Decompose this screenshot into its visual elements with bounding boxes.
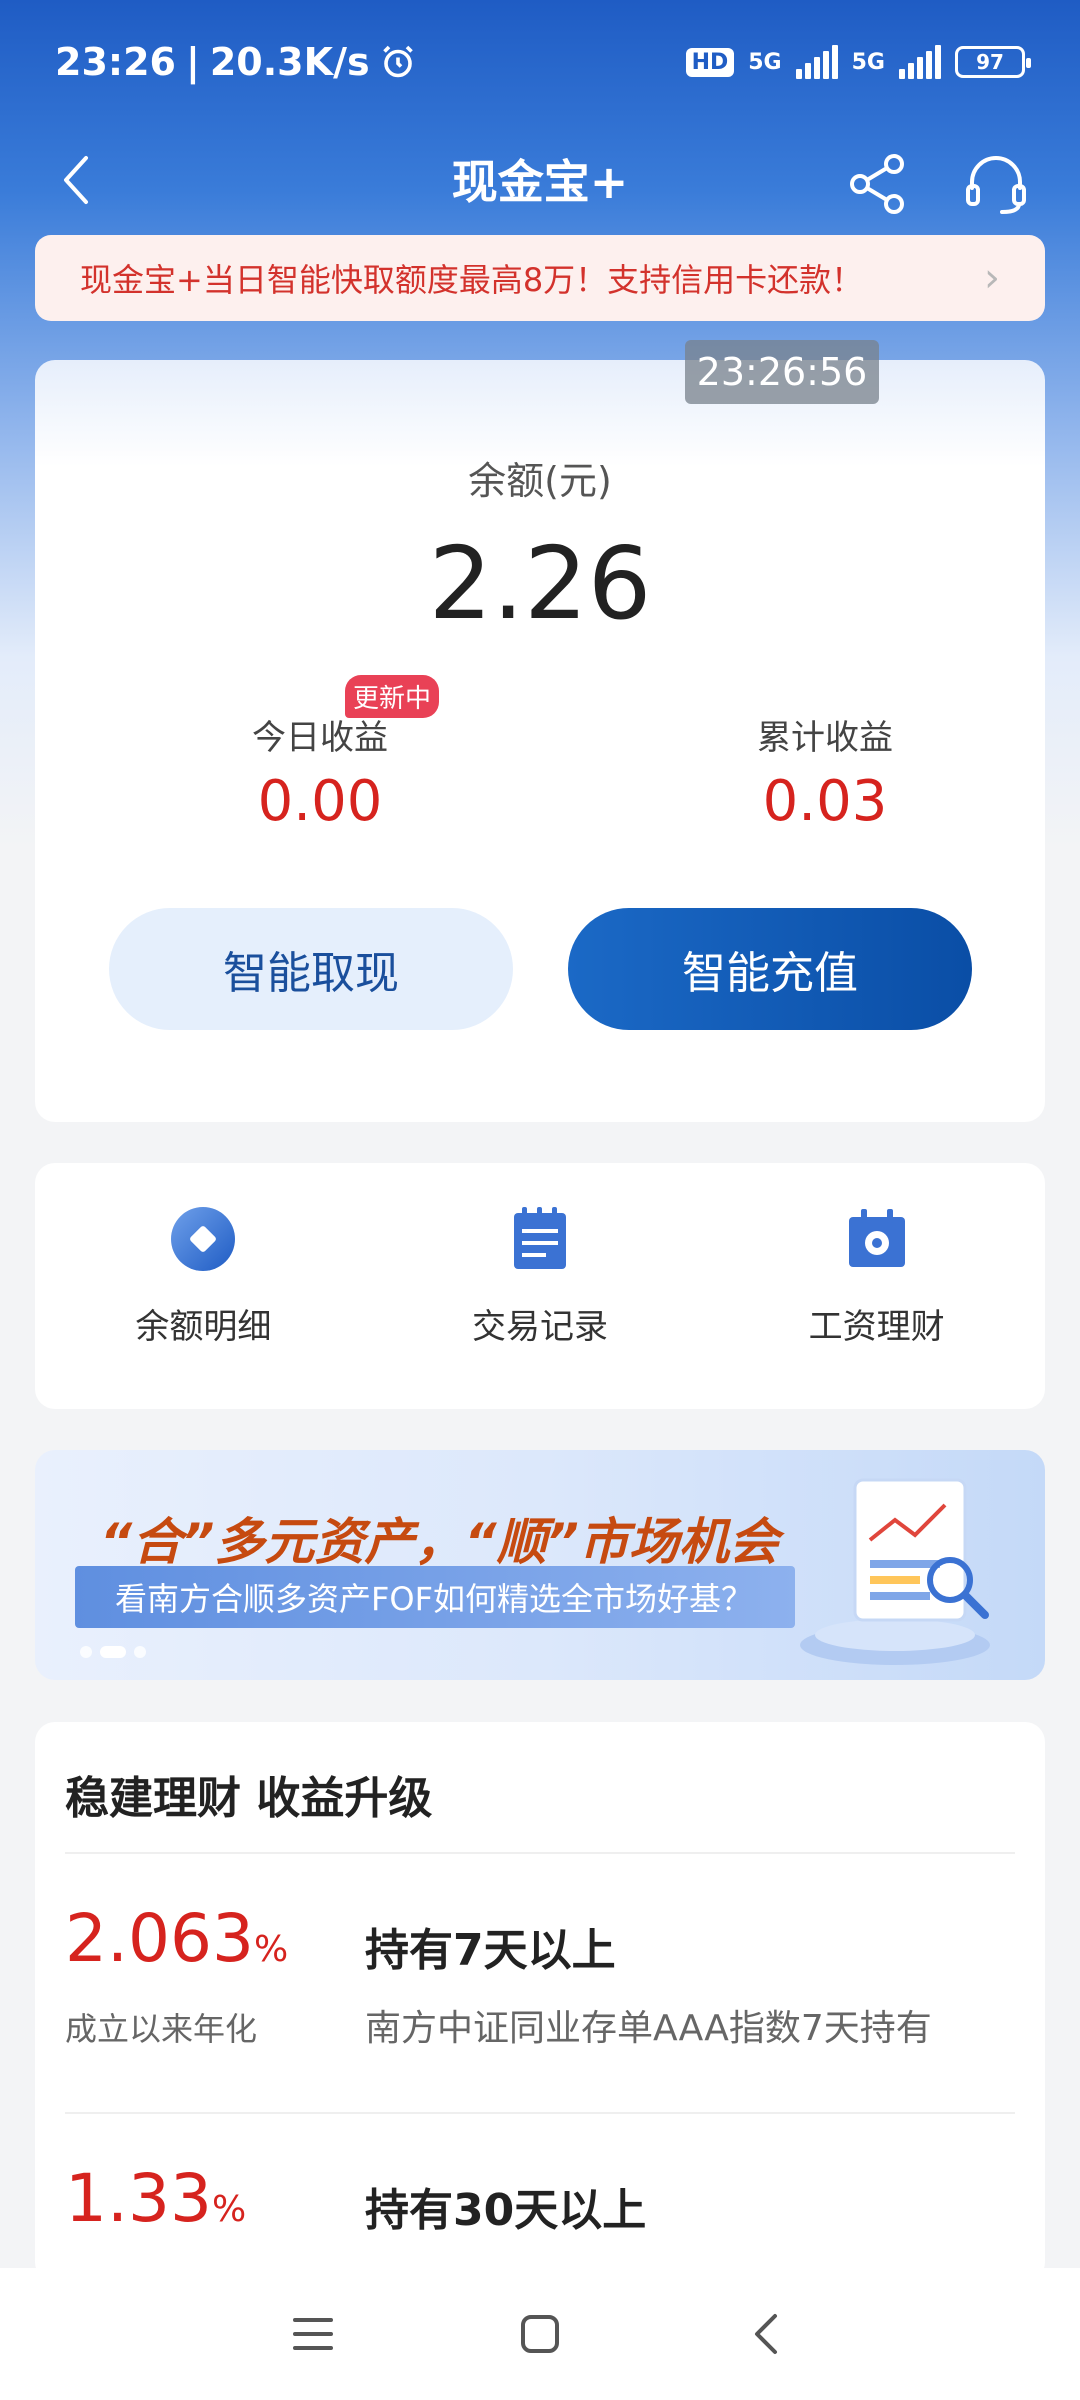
document-list-icon [514, 1207, 566, 1269]
carousel-dot [134, 1646, 146, 1658]
home-icon[interactable] [510, 2304, 570, 2364]
shortcut-label: 交易记录 [472, 1307, 608, 1347]
carousel-dot-active [100, 1646, 126, 1658]
total-income-label: 累计收益 [757, 718, 893, 758]
battery-icon: 97 [955, 46, 1031, 78]
total-income-value: 0.03 [762, 769, 888, 834]
hd-badge: HD [685, 47, 735, 77]
carousel-dot [80, 1646, 92, 1658]
menu-icon[interactable] [283, 2304, 343, 2364]
product-name: 持有7天以上 [365, 1925, 616, 1976]
status-bar: 23:26 | 20.3K/s HD 5G 5G 97 [0, 0, 1080, 124]
signal-icon [795, 45, 838, 79]
battery-level: 97 [976, 50, 1004, 74]
today-income[interactable]: 今日收益 0.00 [170, 710, 470, 834]
total-income[interactable]: 累计收益 0.03 [675, 710, 975, 834]
product-rate: 2.063% [65, 1900, 288, 1977]
notice-text: 现金宝+当日智能快取额度最高8万！支持信用卡还款！ [80, 261, 864, 299]
time-badge: 23:26:56 [685, 340, 879, 404]
products-panel: 稳建理财 收益升级 2.063% 成立以来年化 持有7天以上 南方中证同业存单A… [35, 1722, 1045, 2282]
back-icon[interactable] [48, 150, 108, 210]
network-label-2: 5G [851, 49, 885, 75]
product-row[interactable]: 2.063% 成立以来年化 持有7天以上 南方中证同业存单AAA指数7天持有 [65, 1852, 1015, 2112]
page-title: 现金宝+ [451, 155, 629, 209]
product-row[interactable]: 1.33% 持有30天以上 [65, 2112, 1015, 2282]
carousel-indicator [80, 1646, 146, 1658]
shortcut-salary-finance[interactable]: 工资理财 [708, 1163, 1045, 1409]
status-right: HD 5G 5G 97 [685, 45, 1031, 79]
shortcut-label: 工资理财 [808, 1307, 945, 1347]
network-label-1: 5G [748, 49, 782, 75]
diamond-circle-icon [171, 1207, 236, 1271]
promo-banner[interactable]: “合”多元资产，“顺”市场机会 看南方合顺多资产FOF如何精选全市场好基？ [35, 1450, 1045, 1680]
nav-bar: 现金宝+ [0, 124, 1080, 234]
signal-icon-2 [899, 45, 941, 79]
shortcut-balance-detail[interactable]: 余额明细 [35, 1163, 372, 1409]
balance-value: 2.26 [428, 525, 652, 642]
status-divider: | [185, 40, 200, 84]
alarm-icon [382, 45, 413, 78]
product-name: 持有30天以上 [365, 2185, 647, 2236]
product-desc: 南方中证同业存单AAA指数7天持有 [365, 2008, 932, 2049]
banner-title: “合”多元资产，“顺”市场机会 [100, 1513, 779, 1571]
product-rate-value: 2.063 [65, 1900, 254, 1977]
product-rate-label: 成立以来年化 [65, 2010, 258, 2048]
headset-icon[interactable] [962, 150, 1030, 218]
updating-badge: 更新中 [345, 675, 440, 718]
product-rate-unit: % [211, 2189, 247, 2230]
balance-label: 余额(元) [468, 459, 612, 503]
back-nav-icon[interactable] [737, 2304, 797, 2364]
shortcut-transactions[interactable]: 交易记录 [372, 1163, 709, 1409]
status-speed: 20.3K/s [209, 40, 370, 84]
chart-document-illustration [800, 1478, 990, 1665]
product-rate-value: 1.33 [65, 2160, 212, 2237]
product-rate-unit: % [253, 1929, 289, 1970]
products-title: 稳建理财 收益升级 [65, 1773, 433, 1824]
withdraw-button[interactable]: 智能取现 [109, 908, 513, 1030]
topup-button[interactable]: 智能充值 [568, 908, 972, 1030]
status-time: 23:26 [55, 40, 176, 84]
wallet-clock-icon [848, 1209, 905, 1267]
product-rate: 1.33% [65, 2160, 246, 2237]
banner-subtitle: 看南方合顺多资产FOF如何精选全市场好基？ [75, 1566, 795, 1628]
shortcut-label: 余额明细 [135, 1307, 272, 1347]
system-nav-bar [0, 2268, 1080, 2400]
shortcut-panel: 余额明细 交易记录 工资理财 [35, 1163, 1045, 1409]
notice-banner[interactable]: 现金宝+当日智能快取额度最高8万！支持信用卡还款！ › [35, 235, 1045, 321]
share-icon[interactable] [846, 152, 910, 216]
balance-card: 23:26:56 余额(元) 2.26 今日收益 0.00 更新中 累计收益 0… [35, 340, 1045, 1122]
today-income-value: 0.00 [257, 769, 383, 834]
status-left: 23:26 | 20.3K/s [55, 40, 416, 84]
chevron-right-icon: › [984, 255, 1000, 301]
